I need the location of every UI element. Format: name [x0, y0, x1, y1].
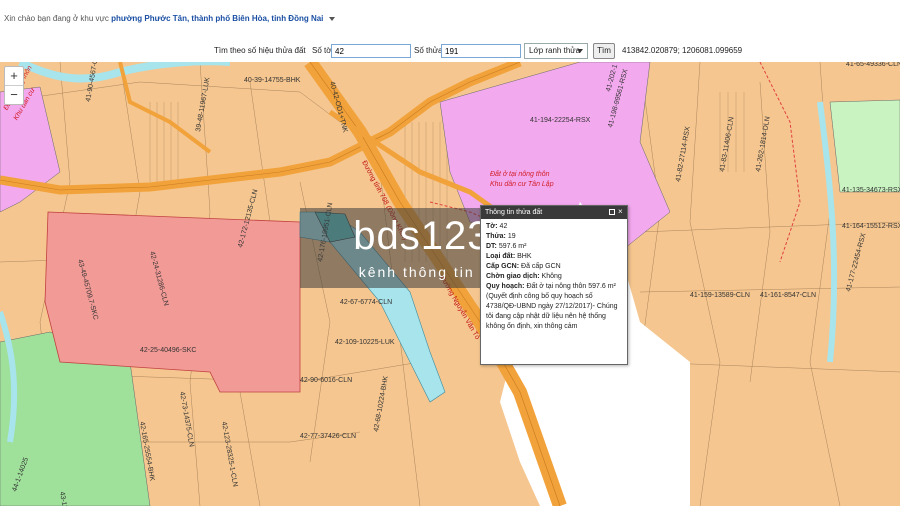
popup-transaction: Chờn giao dịch: Không [486, 273, 562, 280]
parcel-label: 42-67-6774-CLN [340, 299, 392, 306]
search-button[interactable]: Tìm [593, 43, 615, 59]
popup-landtype: Loại đất: BHK [486, 253, 532, 260]
popup-area: DT: 597.6 m² [486, 243, 527, 250]
parcel-label: 41-135-34673-RSX [842, 187, 900, 194]
zone-label-rural: Đất ở tại nông thôn [490, 170, 550, 178]
parcel-info-popup: Thông tin thửa đất × Tờ: 42 Thửa: 19 DT:… [480, 205, 628, 365]
parcel-label: 42-109-10225-LUK [335, 339, 395, 346]
parcel-label: 39-48-11967-LUK [195, 77, 212, 133]
parcel-label: 42-77-37426-CLN [300, 433, 356, 440]
parcel-label: 41-262-1814-DLN [755, 116, 772, 172]
location-greeting[interactable]: Xin chào bạn đang ở khu vực phường Phước… [4, 14, 335, 23]
parcel-label: 41-83-11406-CLN [719, 116, 736, 172]
parcel-label: 41-159-13589-CLN [690, 292, 750, 299]
zoom-control: + − [4, 66, 24, 105]
popup-cert: Cấp GCN: Đã cấp GCN [486, 263, 561, 270]
layer-select[interactable]: Lớp ranh thửa [524, 43, 588, 59]
parcel-label: 41-161-8547-CLN [760, 292, 816, 299]
popup-parcel: Thửa: 19 [486, 233, 516, 240]
chevron-down-icon [577, 49, 583, 53]
parcel-label: 42-73-14375-CLN [178, 391, 195, 447]
search-mode-label: Tìm theo số hiệu thửa đất [214, 46, 306, 55]
zoom-out-button[interactable]: − [5, 85, 23, 104]
close-icon[interactable]: × [618, 208, 624, 216]
parcel-input[interactable] [441, 44, 521, 58]
coordinates-readout: 413842.020879; 1206081.099659 [622, 46, 743, 55]
popup-header: Thông tin thửa đất × [481, 206, 627, 219]
greeting-text: Xin chào bạn đang ở khu vực [4, 14, 109, 23]
top-bar: Xin chào bạn đang ở khu vực phường Phước… [0, 0, 900, 62]
popup-title: Thông tin thửa đất [485, 209, 543, 216]
zoom-in-button[interactable]: + [5, 67, 23, 85]
popup-sheet: Tờ: 42 [486, 223, 508, 230]
parcel-label: 41-164-15512-RSX [842, 223, 900, 230]
popup-plan: Quy hoạch: Đất ở tại nông thôn 597.6 m² [486, 283, 616, 290]
parcel-label: 41-90-4567-CLN [85, 62, 101, 102]
parcel-label: 42-123-28325-1-CLN [220, 421, 238, 487]
parcel-label: 41-82-27114-RSX [675, 126, 692, 183]
parcel-label: 42-90-6016-CLN [300, 377, 352, 384]
location-name: phường Phước Tân, thành phố Biên Hòa, tỉ… [111, 14, 324, 23]
parcel-label: 42-68-10224-BHK [373, 375, 390, 432]
popup-note: (Quyết định công bố quy hoạch số 4738/QĐ… [486, 293, 618, 330]
parcel-label: 40-39-14755-BHK [244, 77, 301, 84]
sheet-input[interactable] [331, 44, 411, 58]
parcel-label: 41-194-22254-RSX [530, 117, 591, 124]
layer-select-value: Lớp ranh thửa [529, 46, 581, 55]
popup-body: Tờ: 42 Thửa: 19 DT: 597.6 m² Loại đất: B… [481, 219, 627, 335]
zone-label-residential: Khu dân cư Tân Lập [490, 181, 554, 188]
parcel-label: 41-177-22454-RSX [845, 232, 867, 292]
chevron-down-icon[interactable] [328, 16, 335, 21]
maximize-icon[interactable] [609, 209, 615, 215]
parcel-label: 41-65-49336-CLN [846, 62, 900, 68]
parcel-label: 42-25-40496-SKC [140, 347, 196, 354]
